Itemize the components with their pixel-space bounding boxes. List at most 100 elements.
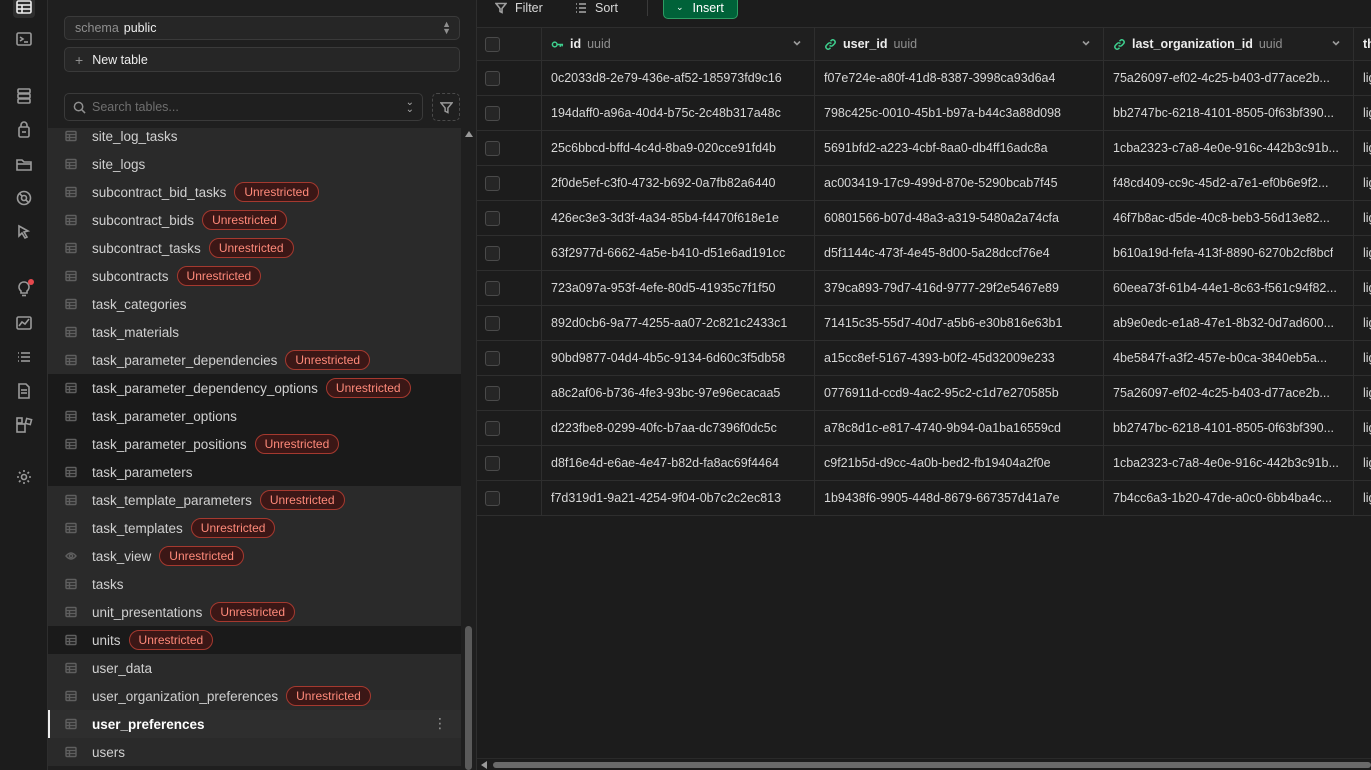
table-cell[interactable]: 723a097a-953f-4efe-80d5-41935c7f1f50 [542,271,815,305]
column-header-last-organization-id[interactable]: last_organization_id uuid [1104,28,1354,60]
sql-editor-icon[interactable] [13,28,35,50]
sidebar-table-item[interactable]: site_logs [48,150,461,178]
logs-icon[interactable] [13,346,35,368]
row-checkbox[interactable] [485,315,500,331]
row-checkbox[interactable] [485,105,500,121]
sidebar-table-item[interactable]: task_template_parameters Unrestricted [48,486,461,514]
sidebar-table-item[interactable]: task_parameter_positions Unrestricted [48,430,461,458]
row-checkbox[interactable] [485,280,500,296]
advisors-icon[interactable] [13,278,35,300]
filter-button[interactable]: Filter [495,0,543,16]
table-cell[interactable]: a15cc8ef-5167-4393-b0f2-45d32009e233 [815,341,1104,375]
scrollbar-thumb[interactable] [465,626,472,770]
table-cell[interactable]: lig [1354,481,1371,515]
column-header-truncated[interactable]: th [1354,28,1371,60]
row-checkbox[interactable] [485,385,500,401]
table-cell[interactable]: 71415c35-55d7-40d7-a5b6-e30b816e63b1 [815,306,1104,340]
sidebar-table-item[interactable]: task_parameter_dependency_options Unrestr… [48,374,461,402]
column-menu-chevron-icon[interactable] [1081,38,1091,48]
sidebar-table-item[interactable]: users [48,738,461,766]
row-checkbox[interactable] [485,175,500,191]
integrations-icon[interactable] [13,414,35,436]
table-cell[interactable]: ab9e0edc-e1a8-47e1-8b32-0d7ad600... [1104,306,1354,340]
table-cell[interactable]: 2f0de5ef-c3f0-4732-b692-0a7fb82a6440 [542,166,815,200]
sidebar-table-item[interactable]: task_view Unrestricted [48,542,461,570]
sidebar-table-item[interactable]: task_parameter_dependencies Unrestricted [48,346,461,374]
table-cell[interactable]: lig [1354,271,1371,305]
row-checkbox[interactable] [485,70,500,86]
sidebar-table-item[interactable]: unit_presentations Unrestricted [48,598,461,626]
sidebar-table-item[interactable]: subcontract_bids Unrestricted [48,206,461,234]
sidebar-table-item[interactable]: task_materials [48,318,461,346]
table-cell[interactable]: 63f2977d-6662-4a5e-b410-d51e6ad191cc [542,236,815,270]
table-cell[interactable]: 1cba2323-c7a8-4e0e-916c-442b3c91b... [1104,131,1354,165]
table-cell[interactable]: 0776911d-ccd9-4ac2-95c2-c1d7e270585b [815,376,1104,410]
table-cell[interactable]: 0c2033d8-2e79-436e-af52-185973fd9c16 [542,61,815,95]
table-cell[interactable]: 1cba2323-c7a8-4e0e-916c-442b3c91b... [1104,446,1354,480]
column-header-id[interactable]: id uuid [542,28,815,60]
table-cell[interactable]: f48cd409-cc9c-45d2-a7e1-ef0b6e9f2... [1104,166,1354,200]
table-cell[interactable]: d5f1144c-473f-4e45-8d00-5a28dccf76e4 [815,236,1104,270]
table-list-scrollbar[interactable] [462,128,476,770]
storage-icon[interactable] [13,153,35,175]
table-cell[interactable]: 194daff0-a96a-40d4-b75c-2c48b317a48c [542,96,815,130]
sidebar-table-item[interactable]: user_preferences ⋮ [48,710,461,738]
table-cell[interactable]: lig [1354,236,1371,270]
schema-select[interactable]: schema public ▲ ▼ [64,16,460,40]
settings-gear-icon[interactable] [13,466,35,488]
table-cell[interactable]: 5691bfd2-a223-4cbf-8aa0-db4ff16adc8a [815,131,1104,165]
reports-icon[interactable] [13,312,35,334]
row-checkbox[interactable] [485,245,500,261]
table-cell[interactable]: 75a26097-ef02-4c25-b403-d77ace2b... [1104,376,1354,410]
select-all-checkbox[interactable] [485,36,500,52]
sidebar-table-item[interactable]: user_organization_preferences Unrestricte… [48,682,461,710]
insert-button[interactable]: ⌄ Insert [663,0,738,19]
table-cell[interactable]: lig [1354,131,1371,165]
table-cell[interactable]: 379ca893-79d7-416d-9777-29f2e5467e89 [815,271,1104,305]
table-cell[interactable]: f07e724e-a80f-41d8-8387-3998ca93d6a4 [815,61,1104,95]
table-cell[interactable]: d8f16e4d-e6ae-4e47-b82d-fa8ac69f4464 [542,446,815,480]
table-cell[interactable]: 426ec3e3-3d3f-4a34-85b4-f4470f618e1e [542,201,815,235]
table-cell[interactable]: lig [1354,376,1371,410]
sidebar-table-item[interactable]: task_templates Unrestricted [48,514,461,542]
sidebar-table-item[interactable]: task_categories [48,290,461,318]
horizontal-scrollbar[interactable] [477,758,1371,770]
table-cell[interactable]: lig [1354,166,1371,200]
row-checkbox[interactable] [485,140,500,156]
table-cell[interactable]: 60801566-b07d-48a3-a319-5480a2a74cfa [815,201,1104,235]
table-cell[interactable]: lig [1354,446,1371,480]
table-cell[interactable]: lig [1354,61,1371,95]
column-menu-chevron-icon[interactable] [792,38,802,48]
sort-button[interactable]: Sort [575,0,618,16]
sidebar-table-item[interactable]: subcontract_bid_tasks Unrestricted [48,178,461,206]
row-checkbox[interactable] [485,210,500,226]
table-cell[interactable]: lig [1354,96,1371,130]
filter-tables-button[interactable] [432,93,460,121]
sidebar-table-item[interactable]: subcontracts Unrestricted [48,262,461,290]
table-cell[interactable]: 798c425c-0010-45b1-b97a-b44c3a88d098 [815,96,1104,130]
table-cell[interactable]: bb2747bc-6218-4101-8505-0f63bf390... [1104,411,1354,445]
table-cell[interactable]: c9f21b5d-d9cc-4a0b-bed2-fb19404a2f0e [815,446,1104,480]
scroll-up-arrow-icon[interactable] [465,131,473,137]
edge-functions-icon[interactable] [13,221,35,243]
table-cell[interactable]: b610a19d-fefa-413f-8890-6270b2cf8bcf [1104,236,1354,270]
table-cell[interactable]: 4be5847f-a3f2-457e-b0ca-3840eb5a... [1104,341,1354,375]
table-cell[interactable]: lig [1354,201,1371,235]
table-editor-icon[interactable] [13,0,35,18]
column-header-user-id[interactable]: user_id uuid [815,28,1104,60]
realtime-icon[interactable] [13,187,35,209]
row-checkbox[interactable] [485,490,500,506]
sidebar-table-item[interactable]: tasks [48,570,461,598]
table-cell[interactable]: a78c8d1c-e817-4740-9b94-0a1ba16559cd [815,411,1104,445]
sidebar-table-item[interactable]: task_parameter_options [48,402,461,430]
chevrons-down-icon[interactable]: ⌄ ⌄ [406,98,414,115]
table-cell[interactable]: a8c2af06-b736-4fe3-93bc-97e96ecacaa5 [542,376,815,410]
row-checkbox[interactable] [485,455,500,471]
table-cell[interactable]: 25c6bbcd-bffd-4c4d-8ba9-020cce91fd4b [542,131,815,165]
column-menu-chevron-icon[interactable] [1331,38,1341,48]
search-tables-input[interactable] [92,100,392,114]
sidebar-table-item[interactable]: task_parameters [48,458,461,486]
table-cell[interactable]: 90bd9877-04d4-4b5c-9134-6d60c3f5db58 [542,341,815,375]
table-cell[interactable]: 46f7b8ac-d5de-40c8-beb3-56d13e82... [1104,201,1354,235]
auth-icon[interactable] [13,119,35,141]
